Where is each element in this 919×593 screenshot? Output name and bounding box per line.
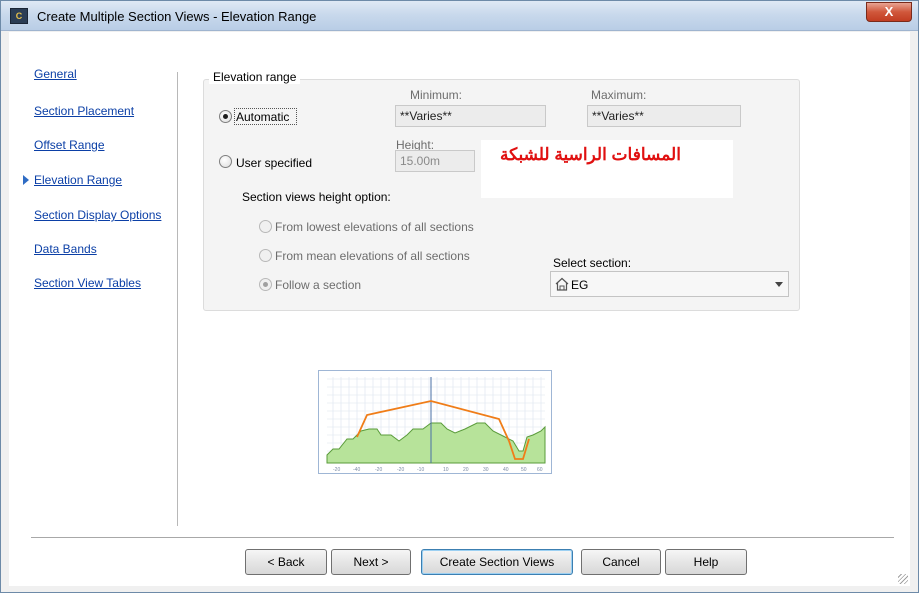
svg-text:-20: -20 bbox=[397, 467, 404, 473]
maximum-label: Maximum: bbox=[591, 88, 647, 102]
height-field[interactable]: 15.00m bbox=[395, 150, 475, 172]
user-specified-label[interactable]: User specified bbox=[236, 156, 312, 170]
maximum-field: **Varies** bbox=[587, 105, 741, 127]
nav-item-data-bands[interactable]: Data Bands bbox=[34, 242, 97, 256]
app-icon: C bbox=[10, 8, 28, 24]
elevation-range-group-title: Elevation range bbox=[209, 70, 301, 84]
follow-section-radio[interactable] bbox=[259, 278, 272, 291]
svg-text:50: 50 bbox=[521, 467, 527, 473]
select-section-value: EG bbox=[571, 278, 589, 292]
dialog-window: C Create Multiple Section Views - Elevat… bbox=[0, 0, 919, 593]
height-option-label: Section views height option: bbox=[242, 190, 391, 204]
create-section-views-button[interactable]: Create Section Views bbox=[421, 549, 573, 575]
minimum-label: Minimum: bbox=[410, 88, 463, 102]
dialog-client: General Section Placement Offset Range E… bbox=[9, 32, 910, 586]
help-button[interactable]: Help bbox=[665, 549, 747, 575]
follow-section-label[interactable]: Follow a section bbox=[275, 278, 361, 292]
svg-text:60: 60 bbox=[537, 467, 543, 473]
svg-text:-10: -10 bbox=[417, 467, 424, 473]
resize-grip-icon[interactable] bbox=[898, 574, 908, 584]
next-button[interactable]: Next > bbox=[331, 549, 411, 575]
nav-item-general[interactable]: General bbox=[34, 67, 77, 81]
nav-item-section-view-tables[interactable]: Section View Tables bbox=[34, 276, 141, 290]
nav-item-elevation-range[interactable]: Elevation Range bbox=[34, 173, 122, 187]
lowest-elevations-label[interactable]: From lowest elevations of all sections bbox=[275, 220, 474, 234]
svg-text:-40: -40 bbox=[353, 467, 360, 473]
title-bar[interactable]: C Create Multiple Section Views - Elevat… bbox=[1, 1, 918, 31]
cancel-button[interactable]: Cancel bbox=[581, 549, 661, 575]
mean-elevations-radio[interactable] bbox=[259, 249, 272, 262]
back-button[interactable]: < Back bbox=[245, 549, 327, 575]
nav-item-offset-range[interactable]: Offset Range bbox=[34, 138, 105, 152]
user-specified-radio[interactable] bbox=[219, 155, 232, 168]
section-preview-graphic: -20 -40 -20 -20 -10 10 20 30 40 50 60 bbox=[326, 377, 546, 473]
section-view-preview: -20 -40 -20 -20 -10 10 20 30 40 50 60 bbox=[318, 370, 552, 474]
nav-item-section-display-options[interactable]: Section Display Options bbox=[34, 208, 161, 222]
svg-text:-20: -20 bbox=[375, 467, 382, 473]
footer-separator bbox=[31, 537, 894, 538]
lowest-elevations-radio[interactable] bbox=[259, 220, 272, 233]
current-page-arrow-icon bbox=[23, 175, 29, 185]
nav-separator bbox=[177, 72, 178, 526]
svg-text:20: 20 bbox=[463, 467, 469, 473]
select-section-label: Select section: bbox=[553, 256, 632, 270]
svg-text:30: 30 bbox=[483, 467, 489, 473]
svg-text:10: 10 bbox=[443, 467, 449, 473]
automatic-label[interactable]: Automatic bbox=[236, 110, 289, 124]
svg-text:40: 40 bbox=[503, 467, 509, 473]
annotation-text: المسافات الراسية للشبكة bbox=[500, 145, 681, 164]
mean-elevations-label[interactable]: From mean elevations of all sections bbox=[275, 249, 470, 263]
svg-text:-20: -20 bbox=[333, 467, 340, 473]
nav-item-section-placement[interactable]: Section Placement bbox=[34, 104, 134, 118]
window-title: Create Multiple Section Views - Elevatio… bbox=[37, 9, 317, 24]
minimum-field: **Varies** bbox=[395, 105, 546, 127]
select-section-dropdown[interactable]: EG bbox=[550, 271, 789, 297]
automatic-radio[interactable] bbox=[219, 110, 232, 123]
chevron-down-icon[interactable] bbox=[775, 282, 783, 287]
close-button[interactable]: X bbox=[866, 2, 912, 22]
surface-icon bbox=[555, 277, 569, 291]
